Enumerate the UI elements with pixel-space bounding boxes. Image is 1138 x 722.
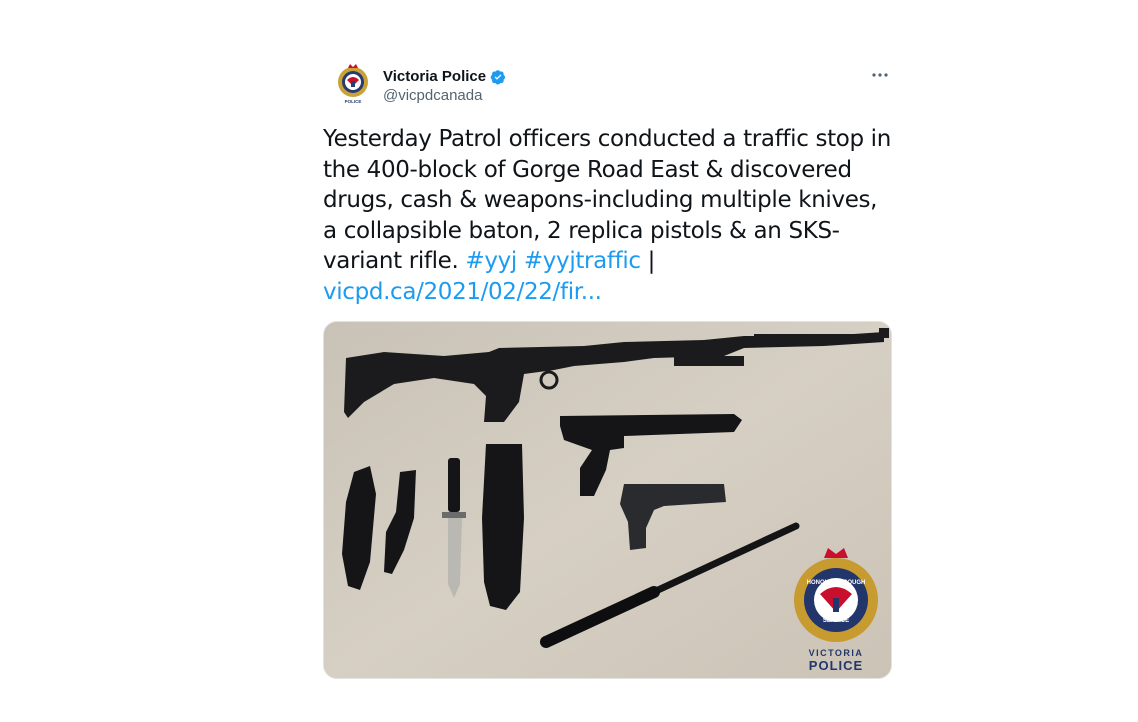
vicpd-crest-icon: POLICE — [338, 64, 368, 104]
author-names: Victoria Police @vicpdcanada — [383, 68, 506, 104]
more-options-button[interactable] — [869, 64, 891, 86]
watermark-motto-bottom: SERVICE — [823, 618, 849, 624]
hashtag-link[interactable]: #yyj — [465, 248, 517, 274]
avatar[interactable]: POLICE — [329, 60, 377, 108]
tweet-card: POLICE Victoria Police @vicpdcanada Yest… — [323, 58, 893, 679]
hashtag-link[interactable]: #yyjtraffic — [524, 248, 641, 274]
seized-weapons-photo: HONOUR THROUGH SERVICE VICTORIA POLICE — [324, 322, 891, 678]
tweet-text: Yesterday Patrol officers conducted a tr… — [323, 124, 893, 307]
svg-text:POLICE: POLICE — [345, 99, 362, 104]
watermark-motto-top: HONOUR THROUGH — [807, 580, 866, 586]
verified-badge-icon — [490, 69, 506, 84]
knife-sheath-image — [482, 444, 524, 610]
more-horizontal-icon — [872, 73, 888, 77]
author-handle[interactable]: @vicpdcanada — [383, 87, 506, 104]
author-display-name[interactable]: Victoria Police — [383, 68, 486, 85]
watermark-line2: POLICE — [809, 658, 863, 673]
tweet-header: POLICE Victoria Police @vicpdcanada — [323, 58, 893, 120]
watermark-line1: VICTORIA — [809, 648, 864, 658]
url-link[interactable]: vicpd.ca/2021/02/22/fir... — [323, 279, 602, 305]
author-display-name-row[interactable]: Victoria Police — [383, 68, 506, 85]
text-separator: | — [640, 248, 656, 274]
tweet-photo[interactable]: HONOUR THROUGH SERVICE VICTORIA POLICE — [323, 321, 892, 679]
